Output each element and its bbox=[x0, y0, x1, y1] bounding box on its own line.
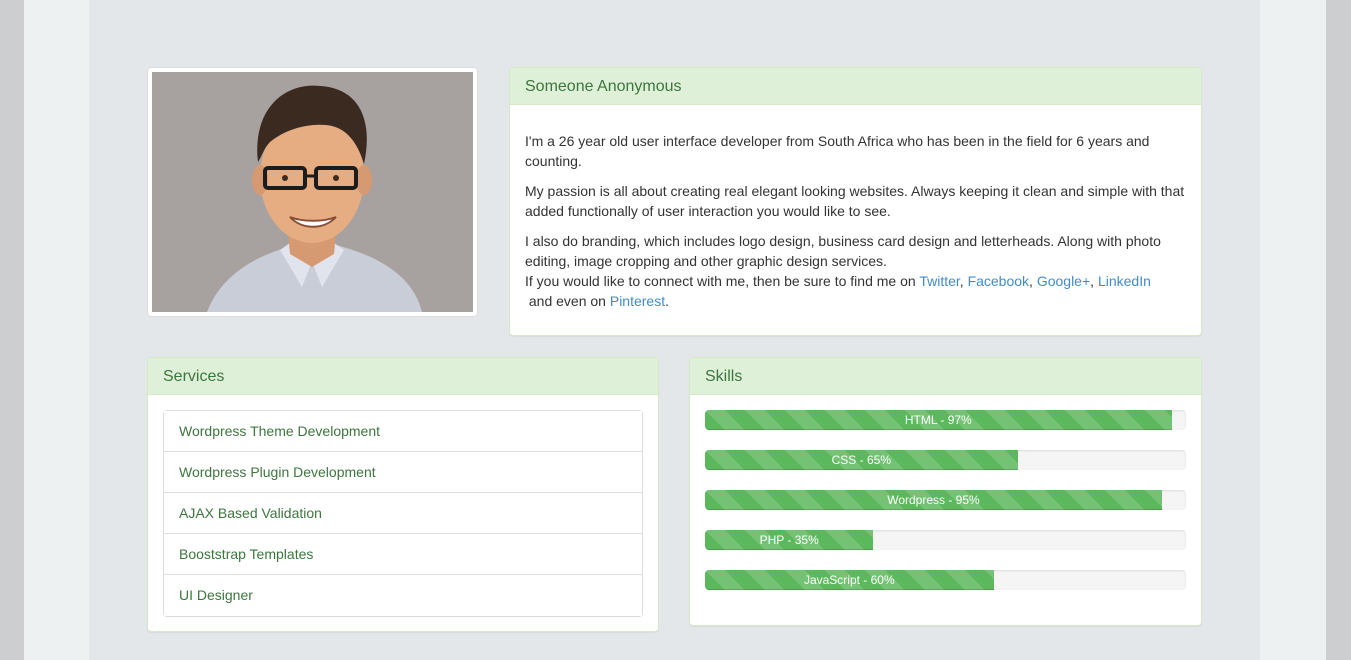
skill-progress-css: CSS - 65% bbox=[705, 450, 1186, 470]
skill-progress-html: HTML - 97% bbox=[705, 410, 1186, 430]
about-paragraph-3: I also do branding, which includes logo … bbox=[525, 231, 1186, 311]
services-panel-title: Services bbox=[148, 358, 658, 395]
service-item-wordpress-plugin[interactable]: Wordpress Plugin Development bbox=[164, 452, 642, 493]
profile-photo-frame bbox=[147, 67, 478, 317]
service-item-bootstrap-templates[interactable]: Booststrap Templates bbox=[164, 534, 642, 575]
skill-bar-php: PHP - 35% bbox=[705, 530, 874, 550]
facebook-link[interactable]: Facebook bbox=[968, 273, 1029, 289]
services-panel: Services Wordpress Theme Development Wor… bbox=[147, 357, 659, 632]
about-paragraph-1: I'm a 26 year old user interface develop… bbox=[525, 133, 1150, 169]
link-separator: , bbox=[1029, 273, 1037, 289]
linkedin-link[interactable]: LinkedIn bbox=[1098, 273, 1151, 289]
skills-panel: Skills HTML - 97% CSS - 65% Wordpress - … bbox=[689, 357, 1202, 626]
about-paragraph-2: My passion is all about creating real el… bbox=[525, 183, 1185, 219]
avatar bbox=[152, 72, 473, 312]
about-panel-title: Someone Anonymous bbox=[510, 68, 1201, 105]
connect-prefix: If you would like to connect with me, th… bbox=[525, 273, 916, 289]
skill-bar-html: HTML - 97% bbox=[705, 410, 1172, 430]
skill-progress-wordpress: Wordpress - 95% bbox=[705, 490, 1186, 510]
service-item-ajax-validation[interactable]: AJAX Based Validation bbox=[164, 493, 642, 534]
link-separator: , bbox=[959, 273, 968, 289]
about-paragraph-3-text: I also do branding, which includes logo … bbox=[525, 233, 1161, 269]
googleplus-link[interactable]: Google+ bbox=[1037, 273, 1090, 289]
about-panel: Someone Anonymous I'm a 26 year old user… bbox=[509, 67, 1202, 336]
service-item-ui-designer[interactable]: UI Designer bbox=[164, 575, 642, 616]
service-item-wordpress-theme[interactable]: Wordpress Theme Development bbox=[164, 411, 642, 452]
skills-panel-title: Skills bbox=[690, 358, 1201, 395]
services-list: Wordpress Theme Development Wordpress Pl… bbox=[163, 410, 643, 617]
pinterest-link[interactable]: Pinterest bbox=[610, 293, 665, 309]
connect-end: . bbox=[665, 293, 669, 309]
twitter-link[interactable]: Twitter bbox=[919, 273, 959, 289]
skill-bar-wordpress: Wordpress - 95% bbox=[705, 490, 1162, 510]
skill-progress-javascript: JavaScript - 60% bbox=[705, 570, 1186, 590]
skill-progress-php: PHP - 35% bbox=[705, 530, 1186, 550]
connect-mid: and even on bbox=[525, 293, 610, 309]
link-separator: , bbox=[1090, 273, 1098, 289]
skill-bar-javascript: JavaScript - 60% bbox=[705, 570, 994, 590]
skill-bar-css: CSS - 65% bbox=[705, 450, 1018, 470]
